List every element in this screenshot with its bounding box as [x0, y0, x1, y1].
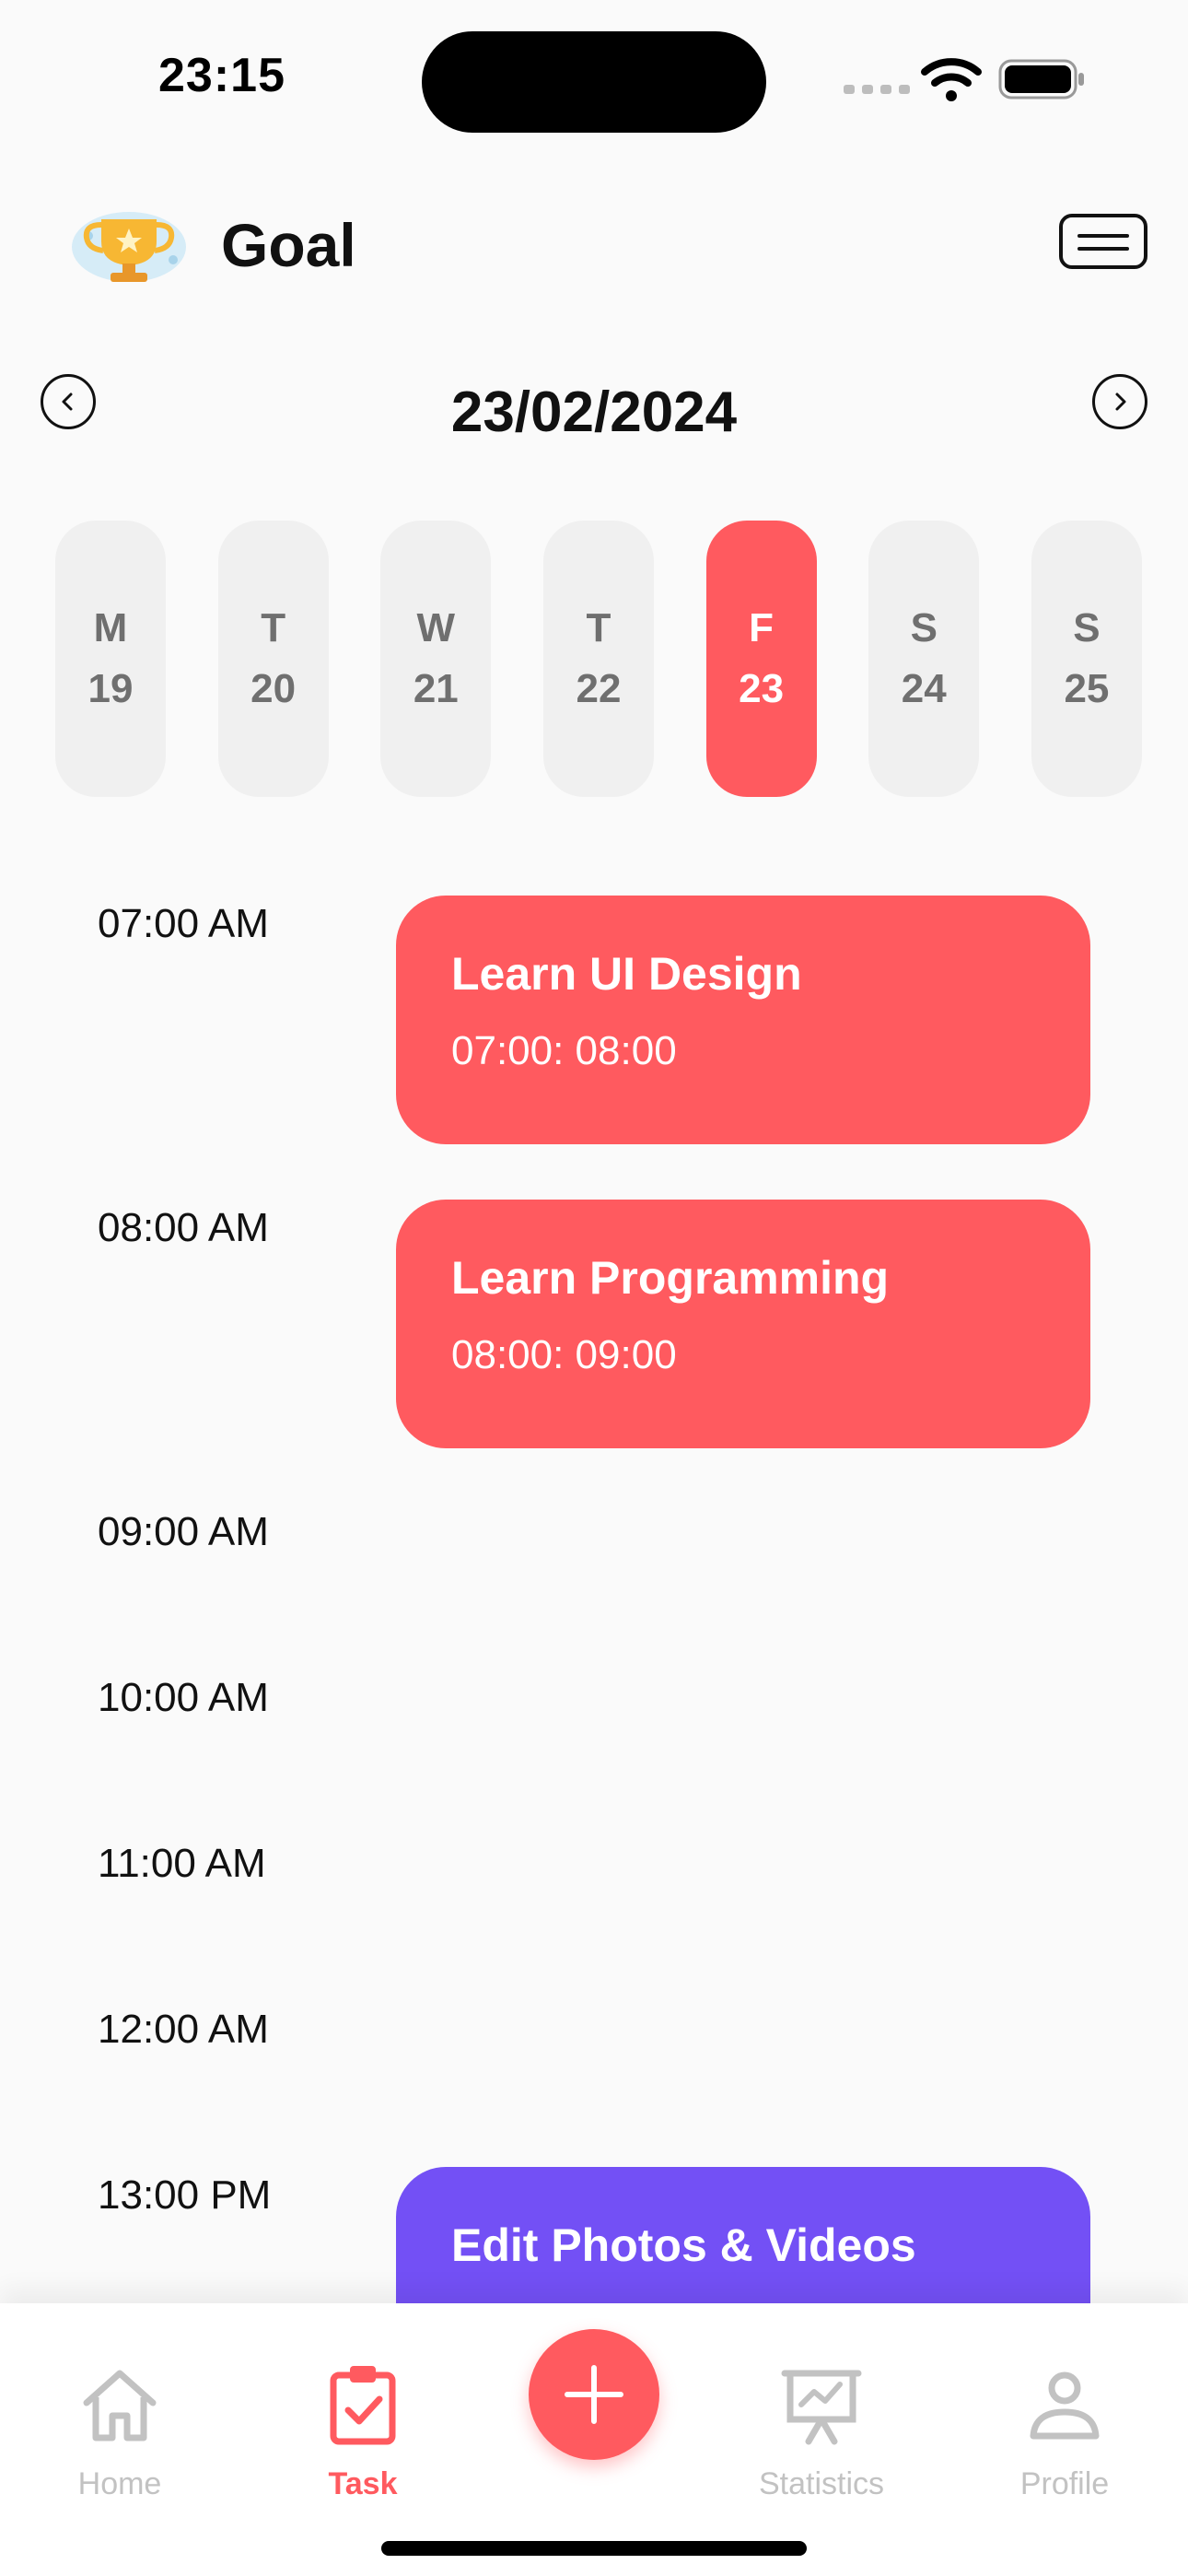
day-number: 22	[576, 666, 622, 711]
day-pill-thursday[interactable]: T 22	[542, 521, 654, 797]
daily-schedule[interactable]: 07:00 AM 08:00 AM 09:00 AM 10:00 AM 11:0…	[0, 884, 1188, 2303]
task-title: Learn Programming	[451, 1252, 890, 1304]
day-letter: F	[749, 605, 775, 650]
status-time: 23:15	[158, 49, 285, 102]
day-pill-wednesday[interactable]: W 21	[380, 521, 492, 797]
dynamic-island	[422, 31, 766, 133]
time-slot-label: 07:00 AM	[98, 901, 269, 946]
task-clipboard-icon	[330, 2366, 396, 2445]
menu-icon-line	[1077, 234, 1129, 238]
wifi-icon	[921, 58, 982, 101]
cellular-signal-icon	[844, 85, 910, 94]
trophy-icon	[72, 212, 186, 282]
day-letter: T	[586, 605, 611, 650]
task-time-range: 08:00: 09:00	[451, 1332, 677, 1377]
time-slot-label: 10:00 AM	[98, 1675, 269, 1720]
app-title: Goal	[221, 211, 356, 279]
task-time-range: 07:00: 08:00	[451, 1028, 677, 1073]
day-letter: M	[93, 605, 128, 650]
statistics-board-icon	[781, 2370, 862, 2445]
day-pill-sunday[interactable]: S 25	[1031, 521, 1142, 797]
current-date: 23/02/2024	[450, 381, 738, 444]
day-number: 21	[413, 666, 459, 711]
date-navigation: 23/02/2024	[0, 359, 1188, 470]
day-letter: W	[416, 605, 456, 650]
day-number: 19	[87, 666, 134, 711]
battery-icon	[998, 59, 1084, 100]
tab-label: Task	[328, 2466, 398, 2501]
task-card[interactable]: Learn Programming 08:00: 09:00	[396, 1200, 1090, 1448]
day-pill-tuesday[interactable]: T 20	[217, 521, 329, 797]
time-slot-label: 12:00 AM	[98, 2007, 269, 2052]
tab-label: Home	[77, 2466, 162, 2501]
app-header: Goal	[0, 184, 1188, 304]
day-number: 24	[901, 666, 947, 711]
time-slot-label: 09:00 AM	[98, 1509, 269, 1554]
tab-home[interactable]: Home	[37, 2359, 203, 2502]
status-bar: 23:15	[0, 0, 1188, 157]
day-number: 20	[250, 666, 297, 711]
day-letter: T	[261, 605, 286, 650]
next-date-button[interactable]	[1092, 374, 1147, 429]
task-title: Learn UI Design	[451, 948, 802, 1000]
task-card[interactable]: Learn UI Design 07:00: 08:00	[396, 896, 1090, 1144]
time-slot-label: 13:00 PM	[98, 2172, 272, 2218]
task-card[interactable]: Edit Photos & Videos	[396, 2167, 1090, 2303]
add-task-button[interactable]	[529, 2329, 659, 2460]
day-pill-friday-selected[interactable]: F 23	[705, 521, 817, 797]
home-indicator[interactable]	[381, 2541, 807, 2556]
menu-icon-line	[1077, 247, 1129, 251]
tab-statistics[interactable]: Statistics	[739, 2359, 904, 2502]
tab-label: Statistics	[758, 2466, 885, 2501]
home-icon	[83, 2370, 157, 2441]
week-day-selector: M 19 T 20 W 21 T 22 F 23 S 24 S 25	[55, 521, 1142, 797]
tab-profile[interactable]: Profile	[982, 2359, 1147, 2502]
day-pill-monday[interactable]: M 19	[55, 521, 166, 797]
day-letter: S	[1073, 605, 1101, 650]
day-number: 23	[739, 666, 785, 711]
task-title: Edit Photos & Videos	[451, 2219, 916, 2271]
tab-label: Profile	[1019, 2466, 1110, 2501]
bottom-tab-bar: Home Task Statistics Profile	[0, 2303, 1188, 2576]
tab-task[interactable]: Task	[280, 2359, 446, 2502]
day-number: 25	[1064, 666, 1110, 711]
day-letter: S	[910, 605, 938, 650]
chevron-right-icon	[1115, 392, 1126, 411]
profile-icon	[1030, 2371, 1100, 2440]
day-pill-saturday[interactable]: S 24	[868, 521, 980, 797]
menu-button[interactable]	[1059, 214, 1147, 269]
time-slot-label: 11:00 AM	[98, 1841, 266, 1886]
time-slot-label: 08:00 AM	[98, 1205, 269, 1250]
plus-icon	[565, 2365, 623, 2424]
